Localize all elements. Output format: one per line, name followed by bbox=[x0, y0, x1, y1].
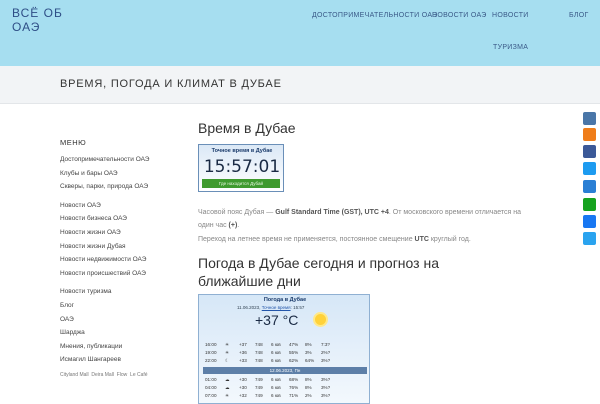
forecast-row: 19:00 ☀ +36 748 6 юв 55% 3% 2%? bbox=[205, 350, 331, 355]
sidebar-item-author[interactable]: Исмагил Шангареев bbox=[60, 353, 180, 367]
main-content: Время в Дубае Точное время в Дубае 15:57… bbox=[198, 120, 538, 404]
sidebar-item-tourism-news[interactable]: Новости туризма bbox=[60, 285, 180, 299]
share-more-icon[interactable] bbox=[583, 232, 596, 245]
weather-date-line: 11.06.2023, Точное время: 15:57 bbox=[237, 305, 305, 310]
vk-share-icon[interactable] bbox=[583, 112, 596, 125]
small-link[interactable]: Cityland Mall bbox=[60, 372, 89, 378]
sidebar-item-attractions[interactable]: Достопримечательности ОАЭ bbox=[60, 153, 180, 167]
forecast-date-bar: 12.06.2023, Пн bbox=[203, 367, 367, 374]
dst-paragraph: Переход на летнее время не применяется, … bbox=[198, 236, 471, 243]
forecast-row: 04:00 ☁ +30 749 6 юв 76% 8% 3%? bbox=[205, 385, 331, 390]
ok-share-icon[interactable] bbox=[583, 128, 596, 141]
small-link[interactable]: Flow bbox=[117, 372, 128, 378]
page-title: ВРЕМЯ, ПОГОДА И КЛИМАТ В ДУБАЕ bbox=[60, 78, 282, 90]
clock-widget[interactable]: Точное время в Дубае 15:57:01 Где находи… bbox=[198, 144, 284, 192]
twitter-share-icon[interactable] bbox=[583, 162, 596, 175]
sun-icon bbox=[315, 314, 326, 325]
telegram-share-icon[interactable] bbox=[583, 180, 596, 193]
nav-news[interactable]: НОВОСТИ bbox=[492, 12, 529, 19]
forecast-row: 01:00 ☁ +30 749 6 юв 68% 8% 3%? bbox=[205, 377, 331, 382]
weather-heading: Погода в Дубае сегодня и прогноз на ближ… bbox=[198, 255, 439, 289]
nav-tourism[interactable]: ТУРИЗМА bbox=[493, 44, 528, 51]
sidebar-item-sharjah[interactable]: Шарджа bbox=[60, 326, 180, 340]
facebook-share-icon[interactable] bbox=[583, 145, 596, 158]
nav-blog[interactable]: БЛОГ bbox=[569, 12, 589, 19]
menu-heading: МЕНЮ bbox=[60, 138, 87, 147]
weather-temperature: +37 °C bbox=[255, 312, 299, 328]
sidebar-item-opinions[interactable]: Мнения, публикации bbox=[60, 340, 180, 354]
sidebar-item-uae-news[interactable]: Новости ОАЭ bbox=[60, 199, 180, 213]
forecast-row: 22:00 ☾ +33 748 6 юв 62% 64% 3%? bbox=[205, 358, 331, 363]
sidebar-item-incident-news[interactable]: Новости происшествий ОАЭ bbox=[60, 267, 180, 281]
sidebar-menu: МЕНЮ Достопримечательности ОАЭ Клубы и б… bbox=[60, 138, 180, 378]
messenger-share-icon[interactable] bbox=[583, 215, 596, 228]
weather-title: Погода в Дубае bbox=[263, 297, 307, 303]
time-heading: Время в Дубае bbox=[198, 120, 296, 136]
forecast-row: 07:00 ☀ +32 749 6 юв 71% 2% 3%? bbox=[205, 393, 331, 398]
sidebar-item-blog[interactable]: Блог bbox=[60, 299, 180, 313]
sidebar-small-links: Cityland Mall Deira Mall Flow Le Café bbox=[60, 372, 180, 378]
sidebar-item-business-news[interactable]: Новости бизнеса ОАЭ bbox=[60, 212, 180, 226]
sidebar-item-realty-news[interactable]: Новости недвижимости ОАЭ bbox=[60, 253, 180, 267]
nav-attractions[interactable]: ДОСТОПРИМЕЧАТЕЛЬНОСТИ ОАЭ bbox=[312, 12, 437, 19]
sidebar-item-life-news[interactable]: Новости жизни ОАЭ bbox=[60, 226, 180, 240]
clock-footer-link[interactable]: Где находится Дубай bbox=[202, 179, 280, 188]
site-header: ВСЁ ОБ ОАЭ ДОСТОПРИМЕЧАТЕЛЬНОСТИ ОАЭ НОВ… bbox=[0, 0, 600, 66]
sidebar-item-parks[interactable]: Скверы, парки, природа ОАЭ bbox=[60, 180, 180, 194]
forecast-row: 16:00 ☀ +37 748 6 юв 47% 8% 7:3? bbox=[205, 342, 330, 347]
timezone-paragraph: Часовой пояс Дубая — Gulf Standard Time … bbox=[198, 209, 522, 229]
nav-uae-news[interactable]: НОВОСТИ ОАЭ bbox=[432, 12, 487, 19]
site-logo[interactable]: ВСЁ ОБ ОАЭ bbox=[12, 6, 72, 34]
weather-widget[interactable]: Погода в Дубае 11.06.2023, Точное время:… bbox=[198, 294, 370, 404]
clock-time: 15:57:01 bbox=[203, 157, 281, 177]
whatsapp-share-icon[interactable] bbox=[583, 198, 596, 211]
sidebar-item-clubs[interactable]: Клубы и бары ОАЭ bbox=[60, 167, 180, 181]
title-bar: ВРЕМЯ, ПОГОДА И КЛИМАТ В ДУБАЕ bbox=[0, 66, 600, 104]
small-link[interactable]: Le Café bbox=[130, 372, 148, 378]
clock-title: Точное время в Дубае bbox=[211, 148, 273, 154]
sidebar-item-uae[interactable]: ОАЭ bbox=[60, 313, 180, 327]
small-link[interactable]: Deira Mall bbox=[91, 372, 114, 378]
sidebar-item-dubai-news[interactable]: Новости жизни Дубая bbox=[60, 240, 180, 254]
